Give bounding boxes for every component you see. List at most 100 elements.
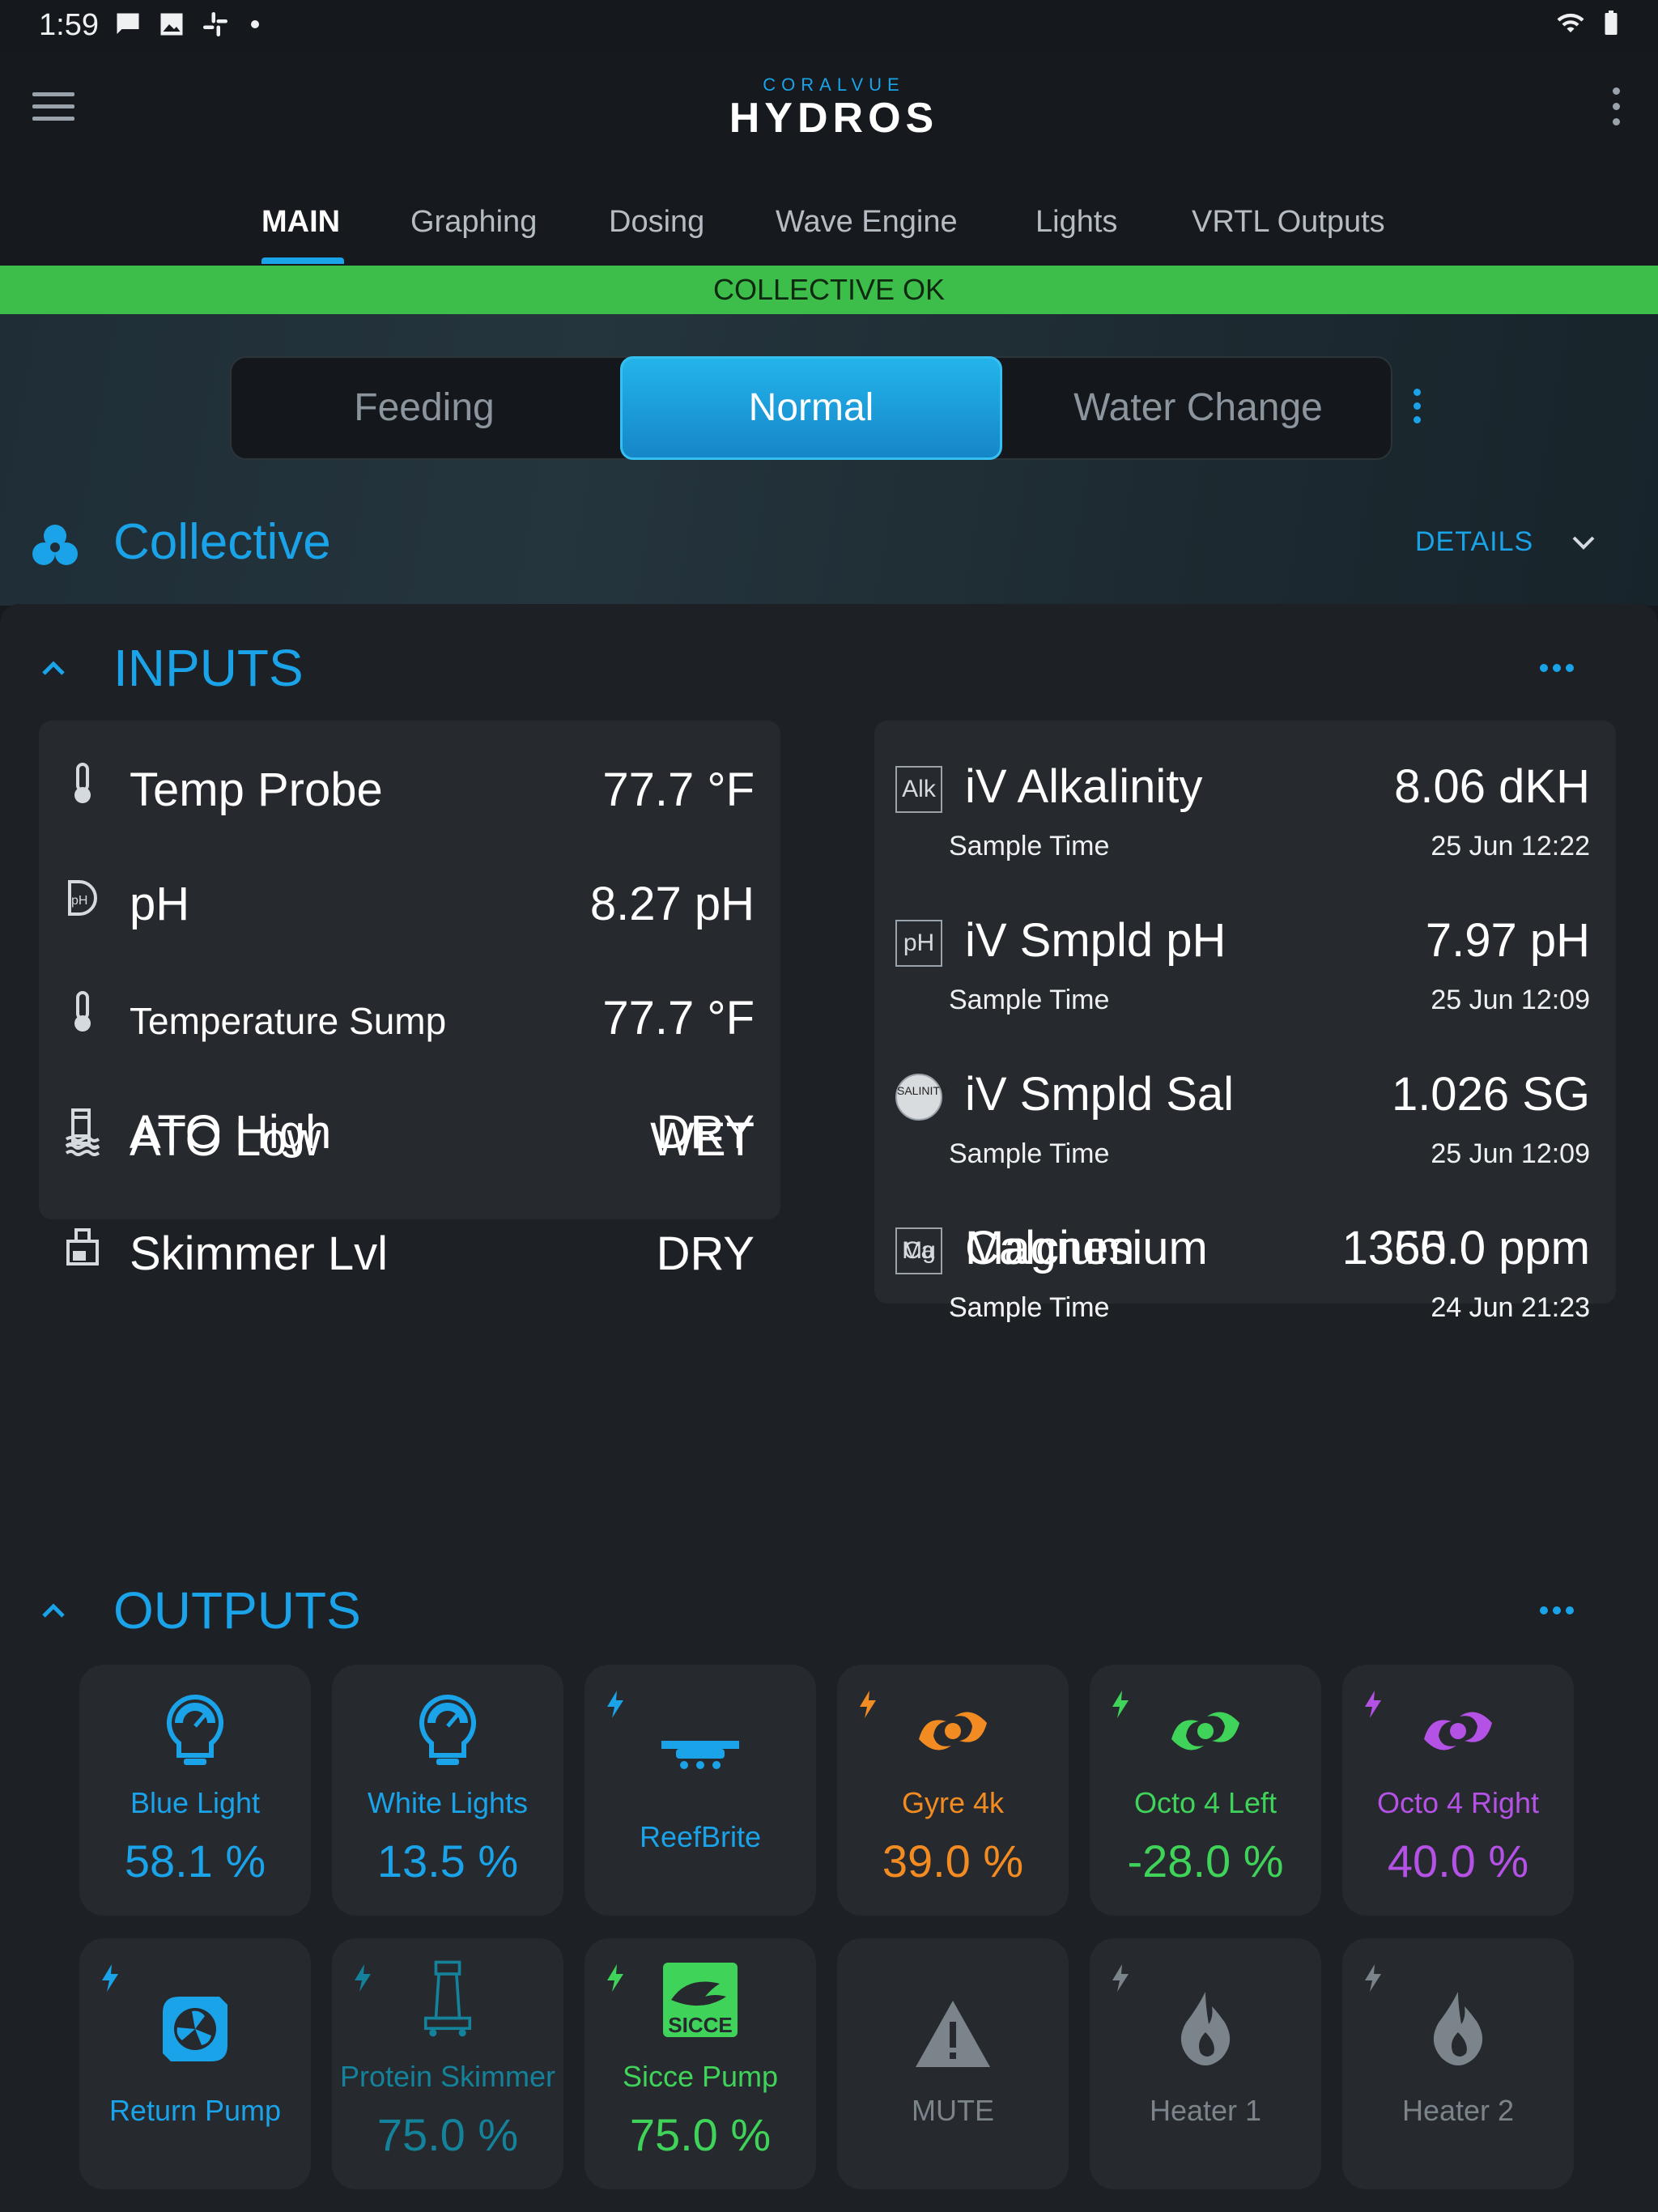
output-name: MUTE bbox=[912, 2094, 994, 2127]
input-row[interactable]: Temp Probe 77.7 °F bbox=[39, 721, 780, 826]
power-bolt-icon bbox=[355, 1964, 371, 1992]
sicce-logo-icon: SICCE bbox=[663, 1963, 738, 2037]
tab-vrtl-outputs[interactable]: VRTL Outputs bbox=[1192, 189, 1385, 266]
test-value: 1.026 SG bbox=[1391, 1068, 1590, 1121]
input-row[interactable]: ATO Low WET bbox=[39, 1070, 780, 1176]
inputs-title: INPUTS bbox=[113, 639, 304, 697]
output-name: Sicce Pump bbox=[622, 2060, 779, 2093]
message-icon bbox=[117, 13, 139, 34]
test-row[interactable]: Alk iV Alkalinity 8.06 dKH Sample Time 2… bbox=[874, 721, 1616, 874]
power-bolt-icon bbox=[1112, 1691, 1129, 1718]
output-tile-gyre-4k[interactable]: Gyre 4k 39.0 % bbox=[837, 1665, 1069, 1916]
svg-text:SICCE: SICCE bbox=[668, 2013, 732, 2037]
mode-more-icon[interactable] bbox=[1414, 389, 1423, 430]
output-tile-protein-skimmer[interactable]: Protein Skimmer 75.0 % bbox=[332, 1938, 563, 2189]
output-tile-white-lights[interactable]: White Lights 13.5 % bbox=[332, 1665, 563, 1916]
tab-graphing[interactable]: Graphing bbox=[410, 189, 537, 266]
input-row[interactable]: Temperature Sump 77.7 °F bbox=[39, 949, 780, 1054]
chevron-up-icon[interactable] bbox=[37, 653, 70, 685]
output-value: 40.0 % bbox=[1387, 1836, 1529, 1887]
tab-dosing[interactable]: Dosing bbox=[609, 189, 704, 266]
output-tile-sicce-pump[interactable]: SICCE Sicce Pump 75.0 % bbox=[585, 1938, 816, 2189]
test-value: 7.97 pH bbox=[1425, 914, 1590, 967]
output-name: Blue Light bbox=[130, 1786, 261, 1819]
output-tile-blue-light[interactable]: Blue Light 58.1 % bbox=[79, 1665, 311, 1916]
input-value: 77.7 °F bbox=[602, 992, 755, 1044]
mode-normal[interactable]: Normal bbox=[620, 356, 1002, 460]
test-value: 1350.0 ppm bbox=[1341, 1222, 1590, 1274]
output-tile-octo-4-left[interactable]: Octo 4 Left -28.0 % bbox=[1090, 1665, 1321, 1916]
output-value: 13.5 % bbox=[376, 1836, 519, 1887]
water-level-icon bbox=[65, 1116, 100, 1156]
output-name: Gyre 4k bbox=[901, 1786, 1005, 1819]
input-row[interactable]: Skimmer Lvl DRY bbox=[39, 1185, 780, 1290]
power-bolt-icon bbox=[1365, 1691, 1381, 1718]
outputs-header[interactable]: OUTPUTS bbox=[0, 1569, 1658, 1650]
overflow-menu-icon[interactable] bbox=[1613, 87, 1622, 134]
details-button[interactable]: DETAILS bbox=[1415, 526, 1533, 558]
output-name: White Lights bbox=[367, 1786, 529, 1819]
input-value: 77.7 °F bbox=[602, 764, 755, 816]
active-tab-indicator bbox=[261, 257, 344, 264]
power-bolt-icon bbox=[1112, 1964, 1129, 1992]
chevron-down-icon[interactable] bbox=[1567, 526, 1600, 559]
output-tile-heater-1[interactable]: Heater 1 bbox=[1090, 1938, 1321, 2189]
test-time: 25 Jun 12:22 bbox=[1431, 831, 1590, 861]
inputs-header[interactable]: INPUTS bbox=[0, 627, 1658, 708]
app-header: CORALVUE HYDROS MAIN Graphing Dosing Wav… bbox=[0, 50, 1658, 266]
salinity-icon: SALINITY bbox=[895, 1074, 947, 1121]
output-tile-mute[interactable]: MUTE bbox=[837, 1938, 1069, 2189]
power-bolt-icon bbox=[860, 1691, 876, 1718]
mode-feeding[interactable]: Feeding bbox=[232, 358, 617, 458]
test-name: Magnesium bbox=[965, 1222, 1208, 1274]
output-tile-return-pump[interactable]: Return Pump bbox=[79, 1938, 311, 2189]
input-name: pH bbox=[130, 878, 190, 930]
output-tile-reefbrite[interactable]: ReefBrite bbox=[585, 1665, 816, 1916]
outputs-title: OUTPUTS bbox=[113, 1581, 361, 1640]
test-time: 24 Jun 21:23 bbox=[1431, 1292, 1590, 1323]
test-row[interactable]: SALINITY iV Smpld Sal 1.026 SG Sample Ti… bbox=[874, 1028, 1616, 1182]
svg-text:pH: pH bbox=[71, 894, 87, 908]
battery-icon bbox=[1605, 11, 1618, 35]
outputs-more-icon[interactable] bbox=[1540, 1606, 1574, 1614]
input-name: ATO Low bbox=[130, 1113, 321, 1166]
collective-status-banner: COLLECTIVE OK bbox=[0, 266, 1658, 314]
notification-dot-icon bbox=[251, 20, 259, 28]
led-fixture-icon bbox=[661, 1741, 739, 1769]
mode-selector: Feeding Normal Water Change bbox=[230, 356, 1392, 460]
collective-icon bbox=[32, 525, 78, 565]
input-value: WET bbox=[650, 1113, 755, 1166]
inputs-more-icon[interactable] bbox=[1540, 664, 1574, 672]
tab-wave-engine[interactable]: Wave Engine bbox=[776, 189, 958, 266]
menu-icon[interactable] bbox=[32, 92, 74, 125]
thermometer-icon bbox=[74, 991, 91, 1032]
wave-pump-icon bbox=[1171, 1712, 1239, 1750]
output-name: Heater 2 bbox=[1401, 2094, 1515, 2127]
test-value: 8.06 dKH bbox=[1394, 760, 1590, 813]
return-pump-icon bbox=[163, 1997, 227, 2061]
image-icon bbox=[160, 13, 183, 36]
output-value: -28.0 % bbox=[1127, 1836, 1284, 1887]
protein-skimmer-icon bbox=[423, 1960, 472, 2037]
wifi-icon bbox=[1557, 13, 1584, 32]
output-name: Octo 4 Right bbox=[1376, 1786, 1540, 1819]
output-tile-octo-4-right[interactable]: Octo 4 Right 40.0 % bbox=[1342, 1665, 1574, 1916]
test-name: iV Smpld pH bbox=[965, 914, 1226, 967]
input-name: Skimmer Lvl bbox=[130, 1227, 389, 1280]
test-row[interactable]: pH iV Smpld pH 7.97 pH Sample Time 25 Ju… bbox=[874, 874, 1616, 1028]
tab-lights[interactable]: Lights bbox=[1035, 189, 1117, 266]
input-name: Temperature Sump bbox=[130, 1000, 447, 1042]
tab-main[interactable]: MAIN bbox=[261, 189, 340, 266]
light-bulb-gauge-icon bbox=[166, 1694, 224, 1765]
test-sub-label: Sample Time bbox=[949, 831, 1110, 861]
mode-water-change[interactable]: Water Change bbox=[1005, 358, 1391, 458]
test-time: 25 Jun 12:09 bbox=[1431, 1138, 1590, 1169]
input-row[interactable]: pH pH 8.27 pH bbox=[39, 835, 780, 940]
output-tile-heater-2[interactable]: Heater 2 bbox=[1342, 1938, 1574, 2189]
test-row[interactable]: Mg Magnesium 1350.0 ppm Sample Time 24 J… bbox=[874, 1182, 1616, 1336]
chevron-up-icon[interactable] bbox=[37, 1595, 70, 1627]
output-name: ReefBrite bbox=[639, 1820, 762, 1853]
ph-badge-icon: pH bbox=[895, 920, 942, 967]
output-value: 75.0 % bbox=[629, 2109, 772, 2160]
test-sub-label: Sample Time bbox=[949, 1292, 1110, 1323]
